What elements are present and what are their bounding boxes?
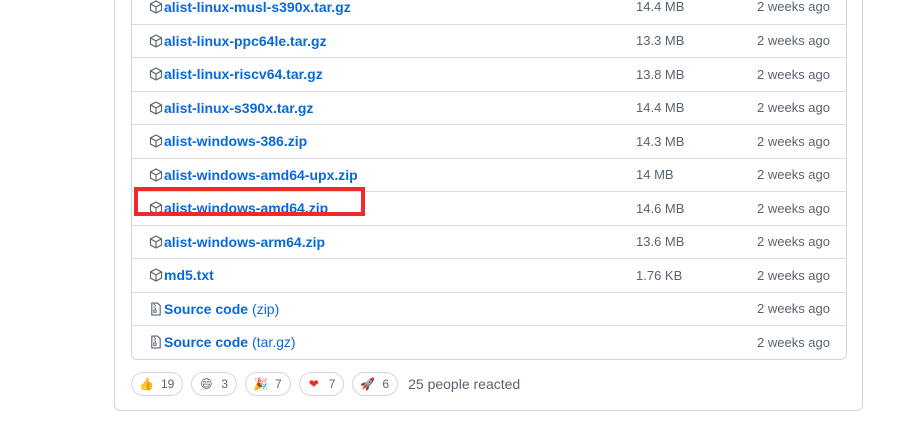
asset-time: 2 weeks ago [757, 167, 830, 183]
asset-left: alist-windows-arm64.zip [148, 226, 325, 259]
asset-row-4: alist-windows-386.zip 14.3 MB 2 weeks ag… [132, 124, 846, 158]
asset-time: 2 weeks ago [757, 66, 830, 82]
asset-left: md5.txt [148, 259, 214, 292]
hooray-icon: 🎉 [253, 377, 268, 391]
asset-row-6: alist-windows-amd64.zip 14.6 MB 2 weeks … [132, 191, 846, 225]
asset-suffix: (zip) [252, 300, 280, 317]
package-icon [148, 133, 164, 149]
asset-link[interactable]: alist-linux-ppc64le.tar.gz [164, 33, 327, 49]
asset-row-10: Source code (tar.gz) 2 weeks ago [132, 325, 846, 359]
asset-suffix: (tar.gz) [252, 334, 296, 351]
asset-name: alist-windows-386.zip [164, 133, 308, 150]
asset-time: 2 weeks ago [757, 33, 830, 49]
package-icon [148, 33, 164, 49]
asset-link[interactable]: alist-linux-musl-s390x.tar.gz [164, 0, 351, 15]
asset-row-1: alist-linux-ppc64le.tar.gz 13.3 MB 2 wee… [132, 23, 846, 58]
asset-link[interactable]: alist-linux-s390x.tar.gz [164, 100, 313, 116]
asset-row-9: Source code (zip) 2 weeks ago [132, 291, 846, 326]
asset-name: alist-windows-arm64.zip [164, 233, 326, 250]
asset-left: alist-windows-386.zip [148, 125, 307, 158]
reaction-count: 6 [382, 377, 390, 391]
asset-time: 2 weeks ago [757, 334, 830, 350]
release-card: alist-linux-musl-s390x.tar.gz 14.4 MB 2 … [114, 0, 863, 411]
asset-left: alist-windows-amd64-upx.zip [148, 159, 358, 192]
asset-left: alist-linux-s390x.tar.gz [148, 92, 313, 125]
reaction-laugh-button[interactable]: 😄 3 [191, 372, 238, 396]
asset-row-0: alist-linux-musl-s390x.tar.gz 14.4 MB 2 … [132, 0, 846, 24]
asset-link[interactable]: Source code (zip) [164, 301, 279, 317]
reaction-rocket-button[interactable]: 🚀 6 [352, 372, 399, 396]
package-icon [148, 167, 164, 183]
asset-left: alist-linux-ppc64le.tar.gz [148, 25, 327, 58]
reaction-count: 19 [161, 377, 175, 391]
file-zip-icon [148, 334, 164, 350]
package-icon [148, 66, 164, 82]
assets-list: alist-linux-musl-s390x.tar.gz 14.4 MB 2 … [131, 0, 847, 360]
reactions-bar: 👍 19 😄 3 🎉 7 ❤ 7 🚀 6 25 people reacted [131, 371, 520, 397]
asset-row-2: alist-linux-riscv64.tar.gz 13.8 MB 2 wee… [132, 57, 846, 91]
asset-name: Source code [164, 334, 249, 351]
asset-link[interactable]: alist-windows-arm64.zip [164, 234, 325, 250]
asset-size: 14.4 MB [636, 100, 685, 116]
asset-time: 2 weeks ago [757, 133, 830, 149]
asset-size: 14.3 MB [636, 133, 685, 149]
asset-size: 13.3 MB [636, 33, 685, 49]
laugh-icon: 😄 [200, 377, 213, 391]
reaction-count: 7 [275, 377, 282, 391]
asset-row-7: alist-windows-arm64.zip 13.6 MB 2 weeks … [132, 224, 846, 259]
asset-time: 2 weeks ago [757, 301, 830, 317]
reaction-heart-button[interactable]: ❤ 7 [298, 372, 345, 396]
asset-name: alist-linux-musl-s390x.tar.gz [164, 0, 351, 15]
package-icon [148, 234, 164, 250]
rocket-icon: 🚀 [360, 377, 376, 391]
package-icon [148, 0, 164, 15]
thumbs-up-icon: 👍 [139, 377, 154, 391]
asset-link[interactable]: alist-windows-386.zip [164, 133, 307, 149]
reaction-summary: 25 people reacted [408, 376, 521, 392]
asset-time: 2 weeks ago [757, 200, 830, 216]
package-icon [148, 100, 164, 116]
package-icon [148, 200, 164, 216]
asset-link[interactable]: alist-windows-amd64.zip [164, 200, 328, 216]
reaction-hooray-button[interactable]: 🎉 7 [245, 372, 291, 396]
asset-link[interactable]: md5.txt [164, 267, 214, 283]
asset-time: 2 weeks ago [757, 0, 830, 15]
asset-link[interactable]: Source code (tar.gz) [164, 334, 296, 350]
heart-icon: ❤ [308, 377, 319, 391]
asset-time: 2 weeks ago [757, 100, 830, 116]
asset-link[interactable]: alist-windows-amd64-upx.zip [164, 167, 358, 183]
asset-row-3: alist-linux-s390x.tar.gz 14.4 MB 2 weeks… [132, 90, 846, 125]
asset-size: 14.4 MB [636, 0, 685, 15]
asset-name: alist-linux-ppc64le.tar.gz [164, 32, 327, 49]
asset-left: Source code (zip) [148, 293, 279, 326]
asset-size: 14 MB [636, 167, 674, 183]
asset-left: alist-linux-musl-s390x.tar.gz [148, 0, 351, 24]
file-zip-icon [148, 301, 164, 317]
asset-size: 14.6 MB [636, 200, 685, 216]
asset-time: 2 weeks ago [757, 234, 830, 250]
asset-name: Source code [164, 300, 249, 317]
package-icon [148, 267, 164, 283]
asset-left: alist-linux-riscv64.tar.gz [148, 58, 323, 91]
asset-size: 13.8 MB [636, 66, 685, 82]
asset-size: 1.76 KB [636, 267, 683, 283]
asset-left: Source code (tar.gz) [148, 326, 296, 359]
asset-name: alist-linux-s390x.tar.gz [164, 99, 314, 116]
asset-time: 2 weeks ago [757, 267, 830, 283]
asset-row-5: alist-windows-amd64-upx.zip 14 MB 2 week… [132, 157, 846, 192]
asset-row-8: md5.txt 1.76 KB 2 weeks ago [132, 258, 846, 292]
asset-left: alist-windows-amd64.zip [148, 192, 328, 225]
reaction-thumbs-up-button[interactable]: 👍 19 [131, 372, 184, 396]
reaction-count: 3 [221, 377, 229, 391]
asset-size: 13.6 MB [636, 234, 685, 250]
reaction-count: 7 [328, 377, 336, 391]
asset-name: alist-linux-riscv64.tar.gz [164, 66, 323, 83]
asset-name: alist-windows-amd64.zip [164, 200, 329, 217]
asset-name: md5.txt [164, 267, 214, 284]
asset-link[interactable]: alist-linux-riscv64.tar.gz [164, 66, 323, 82]
asset-name: alist-windows-amd64-upx.zip [164, 166, 358, 183]
